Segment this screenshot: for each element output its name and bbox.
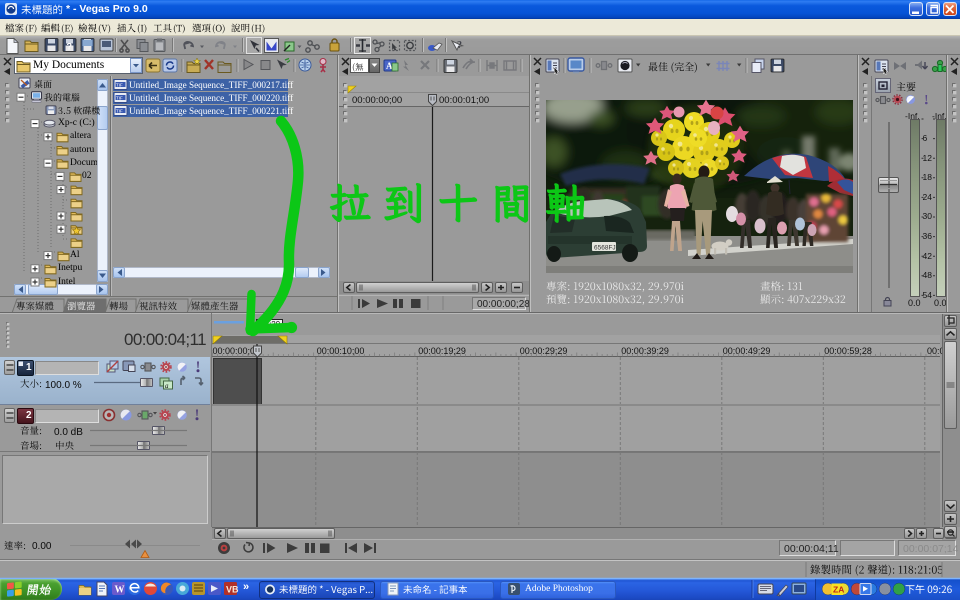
svg-text:TIF: TIF — [116, 95, 123, 100]
svg-text:a: a — [165, 382, 169, 390]
svg-text:TIF: TIF — [116, 82, 123, 87]
svg-text:TIF: TIF — [116, 108, 123, 113]
svg-text:?: ? — [67, 42, 73, 52]
svg-text:W: W — [115, 585, 125, 596]
svg-text:?: ? — [457, 40, 462, 51]
svg-text:ZA: ZA — [833, 585, 844, 595]
svg-text:VB: VB — [226, 585, 239, 595]
